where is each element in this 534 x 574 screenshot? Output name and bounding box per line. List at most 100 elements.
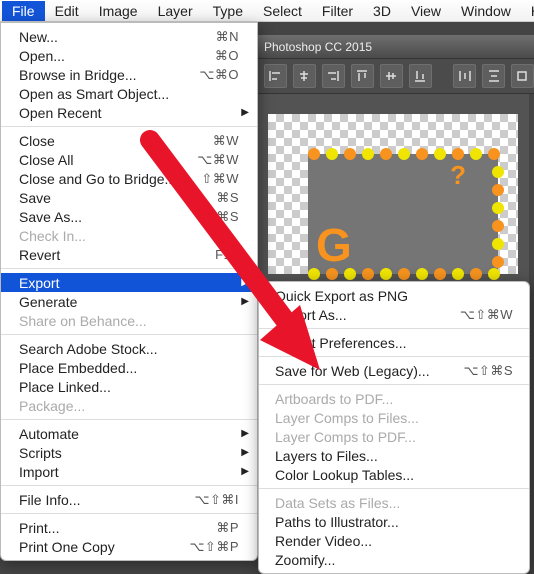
- decor-dot: [492, 166, 504, 178]
- menu-item-import[interactable]: Import▶: [1, 462, 257, 481]
- decor-dot: [452, 268, 464, 280]
- submenu-item-zoomify[interactable]: Zoomify...: [259, 550, 529, 569]
- menu-separator: [259, 384, 529, 385]
- menu-item-search-adobe-stock[interactable]: Search Adobe Stock...: [1, 339, 257, 358]
- submenu-item-paths-to-illustrator[interactable]: Paths to Illustrator...: [259, 512, 529, 531]
- decor-dot: [488, 268, 500, 280]
- menu-item-package: Package...: [1, 396, 257, 415]
- menu-item-shortcut: F12: [189, 247, 239, 262]
- menu-separator: [259, 356, 529, 357]
- menu-he[interactable]: He: [521, 1, 534, 21]
- align-top-icon[interactable]: [351, 64, 374, 88]
- menu-item-label: Revert: [19, 247, 189, 263]
- submenu-arrow-icon: ▶: [241, 296, 249, 307]
- menu-item-label: Save: [19, 190, 189, 206]
- submenu-item-label: Paths to Illustrator...: [275, 514, 513, 530]
- menu-item-export[interactable]: Export▶: [1, 273, 257, 292]
- menu-item-save[interactable]: Save⌘S: [1, 188, 257, 207]
- align-center-h-icon[interactable]: [293, 64, 316, 88]
- menu-item-place-embedded[interactable]: Place Embedded...: [1, 358, 257, 377]
- decor-dot: [308, 148, 320, 160]
- decor-dot: [416, 268, 428, 280]
- menu-item-shortcut: ⌘W: [189, 133, 239, 149]
- menu-item-automate[interactable]: Automate▶: [1, 424, 257, 443]
- decor-dot: [434, 148, 446, 160]
- menu-image[interactable]: Image: [89, 1, 148, 21]
- menu-layer[interactable]: Layer: [148, 1, 203, 21]
- submenu-item-label: Export Preferences...: [275, 335, 513, 351]
- menu-item-revert[interactable]: RevertF12: [1, 245, 257, 264]
- menu-item-label: Browse in Bridge...: [19, 67, 189, 83]
- menu-item-close-and-go-to-bridge[interactable]: Close and Go to Bridge...⇧⌘W: [1, 169, 257, 188]
- submenu-item-save-for-web-legacy[interactable]: Save for Web (Legacy)...⌥⇧⌘S: [259, 361, 529, 380]
- submenu-item-shortcut: ⌥⇧⌘W: [455, 307, 513, 323]
- submenu-item-export-as[interactable]: Export As...⌥⇧⌘W: [259, 305, 529, 324]
- align-left-icon[interactable]: [264, 64, 287, 88]
- menu-item-browse-in-bridge[interactable]: Browse in Bridge...⌥⌘O: [1, 65, 257, 84]
- menu-separator: [259, 488, 529, 489]
- submenu-arrow-icon: ▶: [241, 277, 249, 288]
- align-right-icon[interactable]: [322, 64, 345, 88]
- menu-file[interactable]: File: [2, 1, 45, 21]
- distribute-h-icon[interactable]: [453, 64, 476, 88]
- menu-type[interactable]: Type: [203, 1, 253, 21]
- artwork-letter: G: [316, 218, 352, 272]
- menu-item-file-info[interactable]: File Info...⌥⇧⌘I: [1, 490, 257, 509]
- menu-filter[interactable]: Filter: [312, 1, 363, 21]
- menu-item-label: Close and Go to Bridge...: [19, 171, 189, 187]
- menu-item-label: Scripts: [19, 445, 239, 461]
- menu-item-label: Search Adobe Stock...: [19, 341, 239, 357]
- menu-item-generate[interactable]: Generate▶: [1, 292, 257, 311]
- submenu-item-data-sets-as-files: Data Sets as Files...: [259, 493, 529, 512]
- submenu-item-quick-export-as-png[interactable]: Quick Export as PNG: [259, 286, 529, 305]
- submenu-item-label: Layers to Files...: [275, 448, 513, 464]
- document-canvas[interactable]: G ?: [258, 94, 529, 284]
- decor-dot: [434, 268, 446, 280]
- distribute-v-icon[interactable]: [482, 64, 505, 88]
- menu-edit[interactable]: Edit: [45, 1, 89, 21]
- menu-item-print[interactable]: Print...⌘P: [1, 518, 257, 537]
- menu-separator: [1, 334, 257, 335]
- menu-item-open-as-smart-object[interactable]: Open as Smart Object...: [1, 84, 257, 103]
- menu-3d[interactable]: 3D: [363, 1, 401, 21]
- submenu-item-color-lookup-tables[interactable]: Color Lookup Tables...: [259, 465, 529, 484]
- menu-item-shortcut: ⌥⇧⌘P: [189, 539, 239, 555]
- app-title: Photoshop CC 2015: [264, 40, 372, 54]
- menu-window[interactable]: Window: [451, 1, 521, 21]
- menu-select[interactable]: Select: [253, 1, 312, 21]
- menu-separator: [1, 419, 257, 420]
- menu-item-save-as[interactable]: Save As...⇧⌘S: [1, 207, 257, 226]
- decor-dot: [308, 268, 320, 280]
- distribute-icon[interactable]: [511, 64, 534, 88]
- menu-item-open-recent[interactable]: Open Recent▶: [1, 103, 257, 122]
- menu-item-label: Import: [19, 464, 239, 480]
- menu-item-label: Print...: [19, 520, 189, 536]
- decor-dot: [488, 148, 500, 160]
- menu-item-scripts[interactable]: Scripts▶: [1, 443, 257, 462]
- decor-dot: [362, 268, 374, 280]
- decor-dot: [492, 220, 504, 232]
- menu-item-new[interactable]: New...⌘N: [1, 27, 257, 46]
- submenu-item-export-preferences[interactable]: Export Preferences...: [259, 333, 529, 352]
- menu-item-shortcut: ⌘S: [189, 190, 239, 206]
- menu-item-label: Open...: [19, 48, 189, 64]
- menu-item-label: Open Recent: [19, 105, 239, 121]
- align-bottom-icon[interactable]: [409, 64, 432, 88]
- menu-separator: [1, 126, 257, 127]
- decor-dot: [380, 148, 392, 160]
- menu-item-label: Export: [19, 275, 239, 291]
- menu-view[interactable]: View: [401, 1, 451, 21]
- align-center-v-icon[interactable]: [380, 64, 403, 88]
- submenu-item-render-video[interactable]: Render Video...: [259, 531, 529, 550]
- decor-dot: [398, 148, 410, 160]
- submenu-item-layer-comps-to-pdf: Layer Comps to PDF...: [259, 427, 529, 446]
- menu-item-close[interactable]: Close⌘W: [1, 131, 257, 150]
- decor-dot: [326, 148, 338, 160]
- menu-item-close-all[interactable]: Close All⌥⌘W: [1, 150, 257, 169]
- submenu-item-layers-to-files[interactable]: Layers to Files...: [259, 446, 529, 465]
- menu-item-label: File Info...: [19, 492, 189, 508]
- menu-item-place-linked[interactable]: Place Linked...: [1, 377, 257, 396]
- menu-item-print-one-copy[interactable]: Print One Copy⌥⇧⌘P: [1, 537, 257, 556]
- decor-dot: [452, 148, 464, 160]
- menu-item-open[interactable]: Open...⌘O: [1, 46, 257, 65]
